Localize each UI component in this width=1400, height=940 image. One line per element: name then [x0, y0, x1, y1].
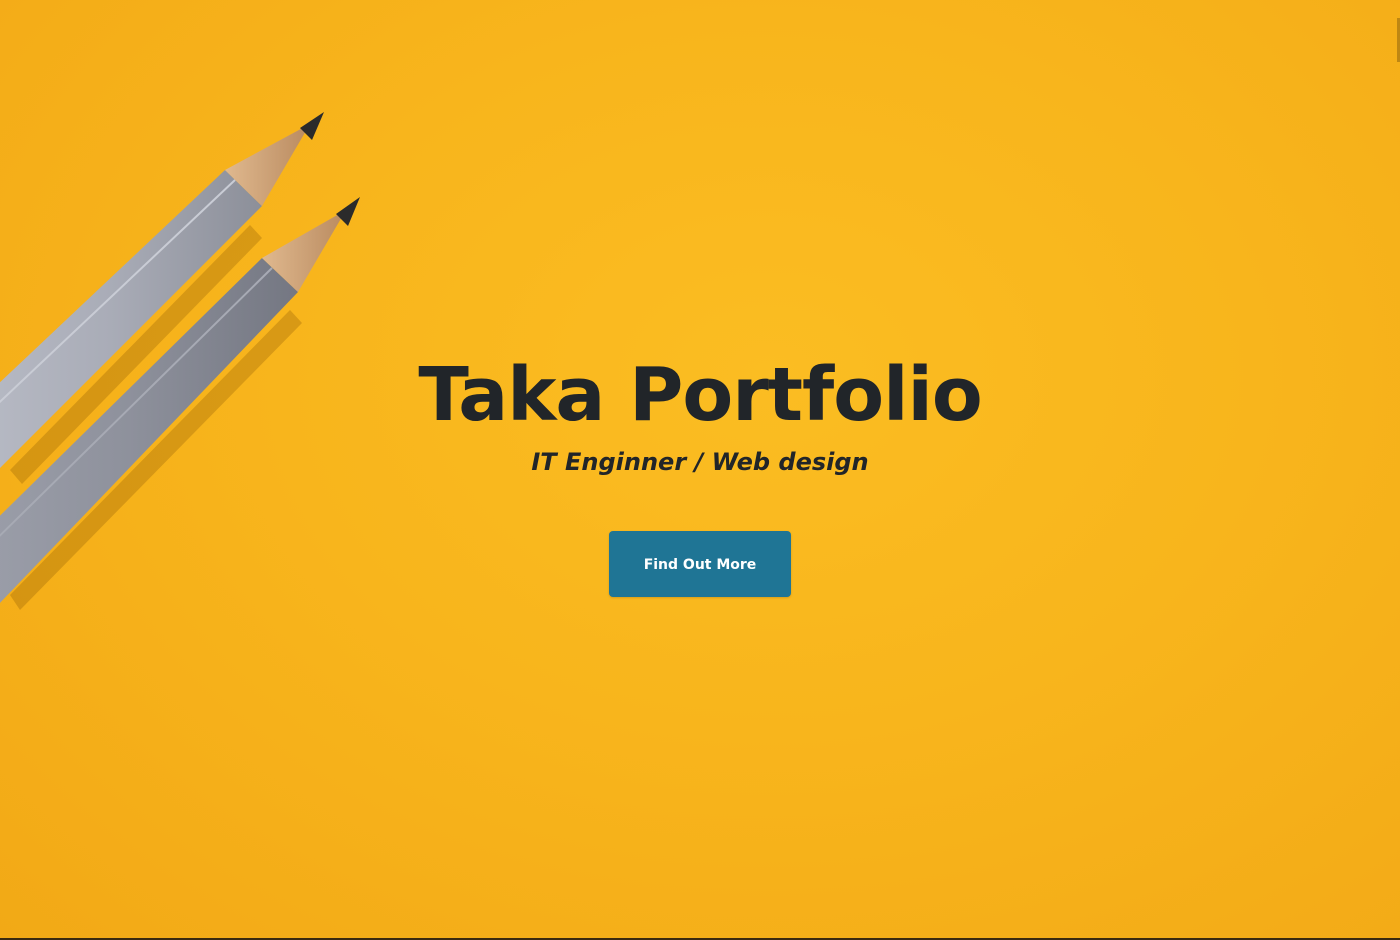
find-out-more-button[interactable]: Find Out More — [609, 531, 791, 597]
hero-section: Taka Portfolio IT Enginner / Web design … — [0, 0, 1400, 940]
hero-content: Taka Portfolio IT Enginner / Web design … — [0, 348, 1400, 597]
page-subtitle: IT Enginner / Web design — [531, 448, 869, 476]
page-title: Taka Portfolio — [418, 352, 982, 438]
